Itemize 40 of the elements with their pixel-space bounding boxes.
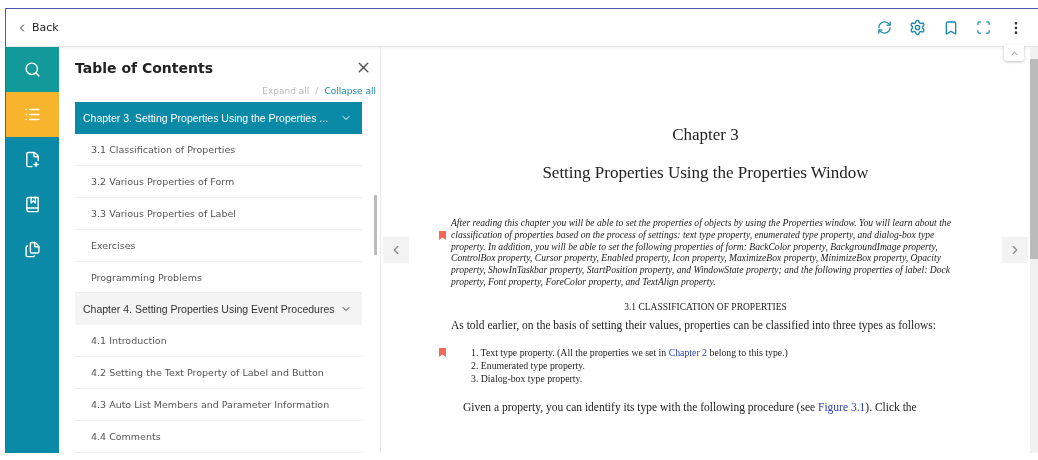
- panel-title: Table of Contents: [75, 59, 213, 76]
- book-icon: [24, 196, 41, 213]
- next-page-button[interactable]: [1002, 237, 1028, 263]
- list-item: 1. Text type property. (All the properties we set in Chapter 2 belong to this type.): [471, 347, 789, 361]
- back-button[interactable]: Back: [16, 21, 59, 34]
- separator: /: [315, 86, 319, 96]
- section-heading: 3.1 CLASSIFICATION OF PROPERTIES: [623, 301, 788, 312]
- section-item[interactable]: 4.1 Introduction: [75, 325, 362, 358]
- section-item[interactable]: 4.4 Comments: [75, 421, 362, 453]
- previous-page-button[interactable]: [383, 237, 409, 263]
- section-item[interactable]: 3.3 Various Properties of Label: [75, 197, 362, 230]
- list-icon: [24, 106, 41, 123]
- list-item: 2. Enumerated type property.: [471, 360, 586, 373]
- bookmark-flag-icon: [439, 348, 446, 358]
- settings-icon[interactable]: [909, 19, 926, 36]
- collapse-all-link[interactable]: Collapse all: [324, 86, 376, 96]
- chapter-number: Chapter 3: [671, 125, 740, 145]
- section-item[interactable]: 4.2 Setting the Text Property of Label and Button: [75, 357, 362, 390]
- fullscreen-icon[interactable]: [976, 20, 991, 35]
- paragraph: As told earlier, on the basis of setting their values, properties can be classified into three types as follows:: [451, 317, 937, 334]
- paragraph: Given a property, you can identify its type with the following procedure (see Figure 3.1). Click the: [462, 399, 918, 415]
- bookmark-icon[interactable]: [943, 19, 959, 36]
- refresh-icon[interactable]: [877, 20, 892, 35]
- section-item[interactable]: Exercises: [75, 229, 362, 262]
- section-item[interactable]: 4.3 Auto List Members and Parameter Information: [75, 389, 362, 422]
- abstract-text: After reading this chapter you will be able to set the properties of objects by using the Properties window. You will learn about the classification of properties based on the process of settings: text type property, enumerated type property, and dialog-box type property. In addition, you will be able to set the following properties of form: BackColor property, BackgroundImage property, ControlBox property, Cursor property, Enabled property, Icon property, MaximizeBox property, MinimizeBox property, Opacity property, ShowInTaskbar property, StartPosition property, and WindowState property; and the following properties of label: Dock property, Font property, ForeColor property, and TextAlign property.: [451, 217, 952, 288]
- scrollbar-thumb[interactable]: [1030, 59, 1038, 259]
- bookmark-flag-icon: [439, 231, 446, 240]
- chapter-title: Setting Properties Using the Properties Window: [541, 163, 870, 183]
- sidebar-tab[interactable]: [6, 47, 59, 92]
- list-item: 3. Dialog-box type property.: [471, 372, 584, 386]
- note-add-icon: [24, 151, 41, 168]
- chapter-item[interactable]: Chapter 3. Setting Properties Using the Properties ...: [75, 102, 362, 134]
- section-item[interactable]: 3.2 Various Properties of Form: [75, 165, 362, 198]
- link[interactable]: Chapter 2: [668, 347, 708, 359]
- chapter-item[interactable]: Chapter 4. Setting Properties Using Event Procedures: [75, 293, 362, 326]
- search-icon: [24, 61, 41, 78]
- cards-icon: [24, 241, 41, 258]
- section-item[interactable]: 3.1 Classification of Properties: [75, 133, 362, 166]
- link[interactable]: Figure 3.1: [818, 400, 866, 413]
